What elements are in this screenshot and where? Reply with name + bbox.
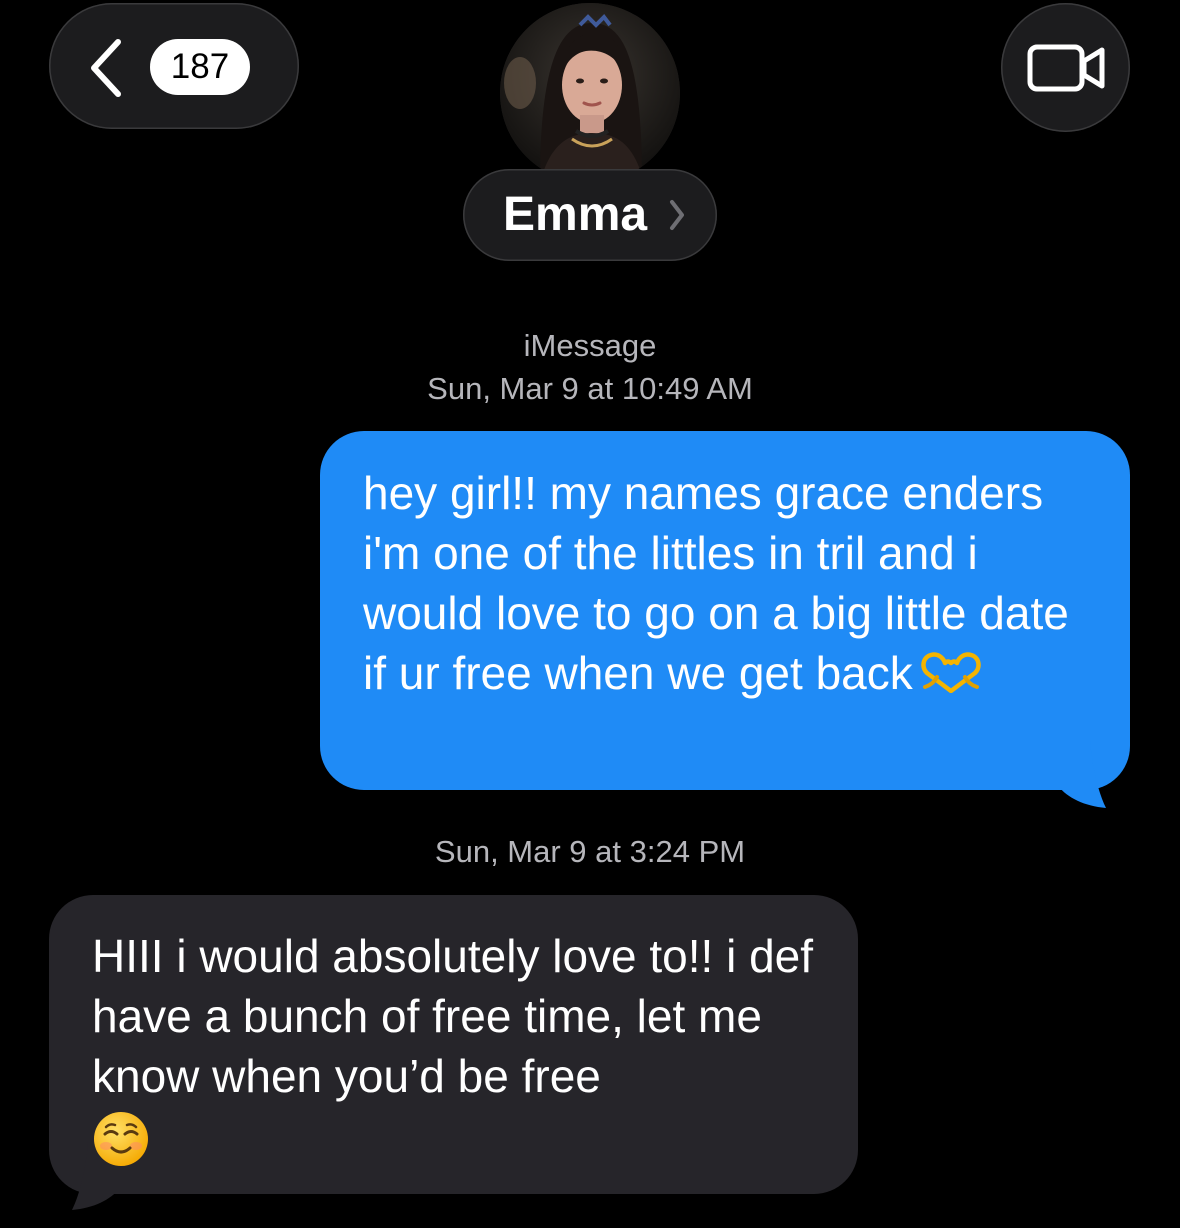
chevron-right-icon (670, 200, 684, 230)
unread-count-badge: 187 (150, 39, 250, 95)
incoming-message-body: HIII i would absolutely love to!! i def … (92, 930, 814, 1102)
avatar-photo (500, 3, 680, 183)
timestamp: Sun, Mar 9 at 10:49 AM (427, 371, 753, 406)
smiling-face-emoji (94, 1112, 148, 1166)
contact-avatar[interactable] (500, 3, 680, 183)
incoming-message-text: HIII i would absolutely love to!! i def … (92, 926, 832, 1168)
heart-hands-emoji (921, 652, 981, 693)
contact-name[interactable]: Emma (503, 184, 647, 246)
chevron-left-icon[interactable] (86, 38, 126, 98)
bubble-tail (1058, 740, 1106, 808)
service-label: iMessage (523, 328, 657, 363)
timestamp: Sun, Mar 9 at 3:24 PM (434, 834, 746, 869)
video-camera-icon[interactable] (1027, 43, 1107, 93)
outgoing-message-text: hey girl!! my names grace enders i'm one… (363, 463, 1093, 703)
